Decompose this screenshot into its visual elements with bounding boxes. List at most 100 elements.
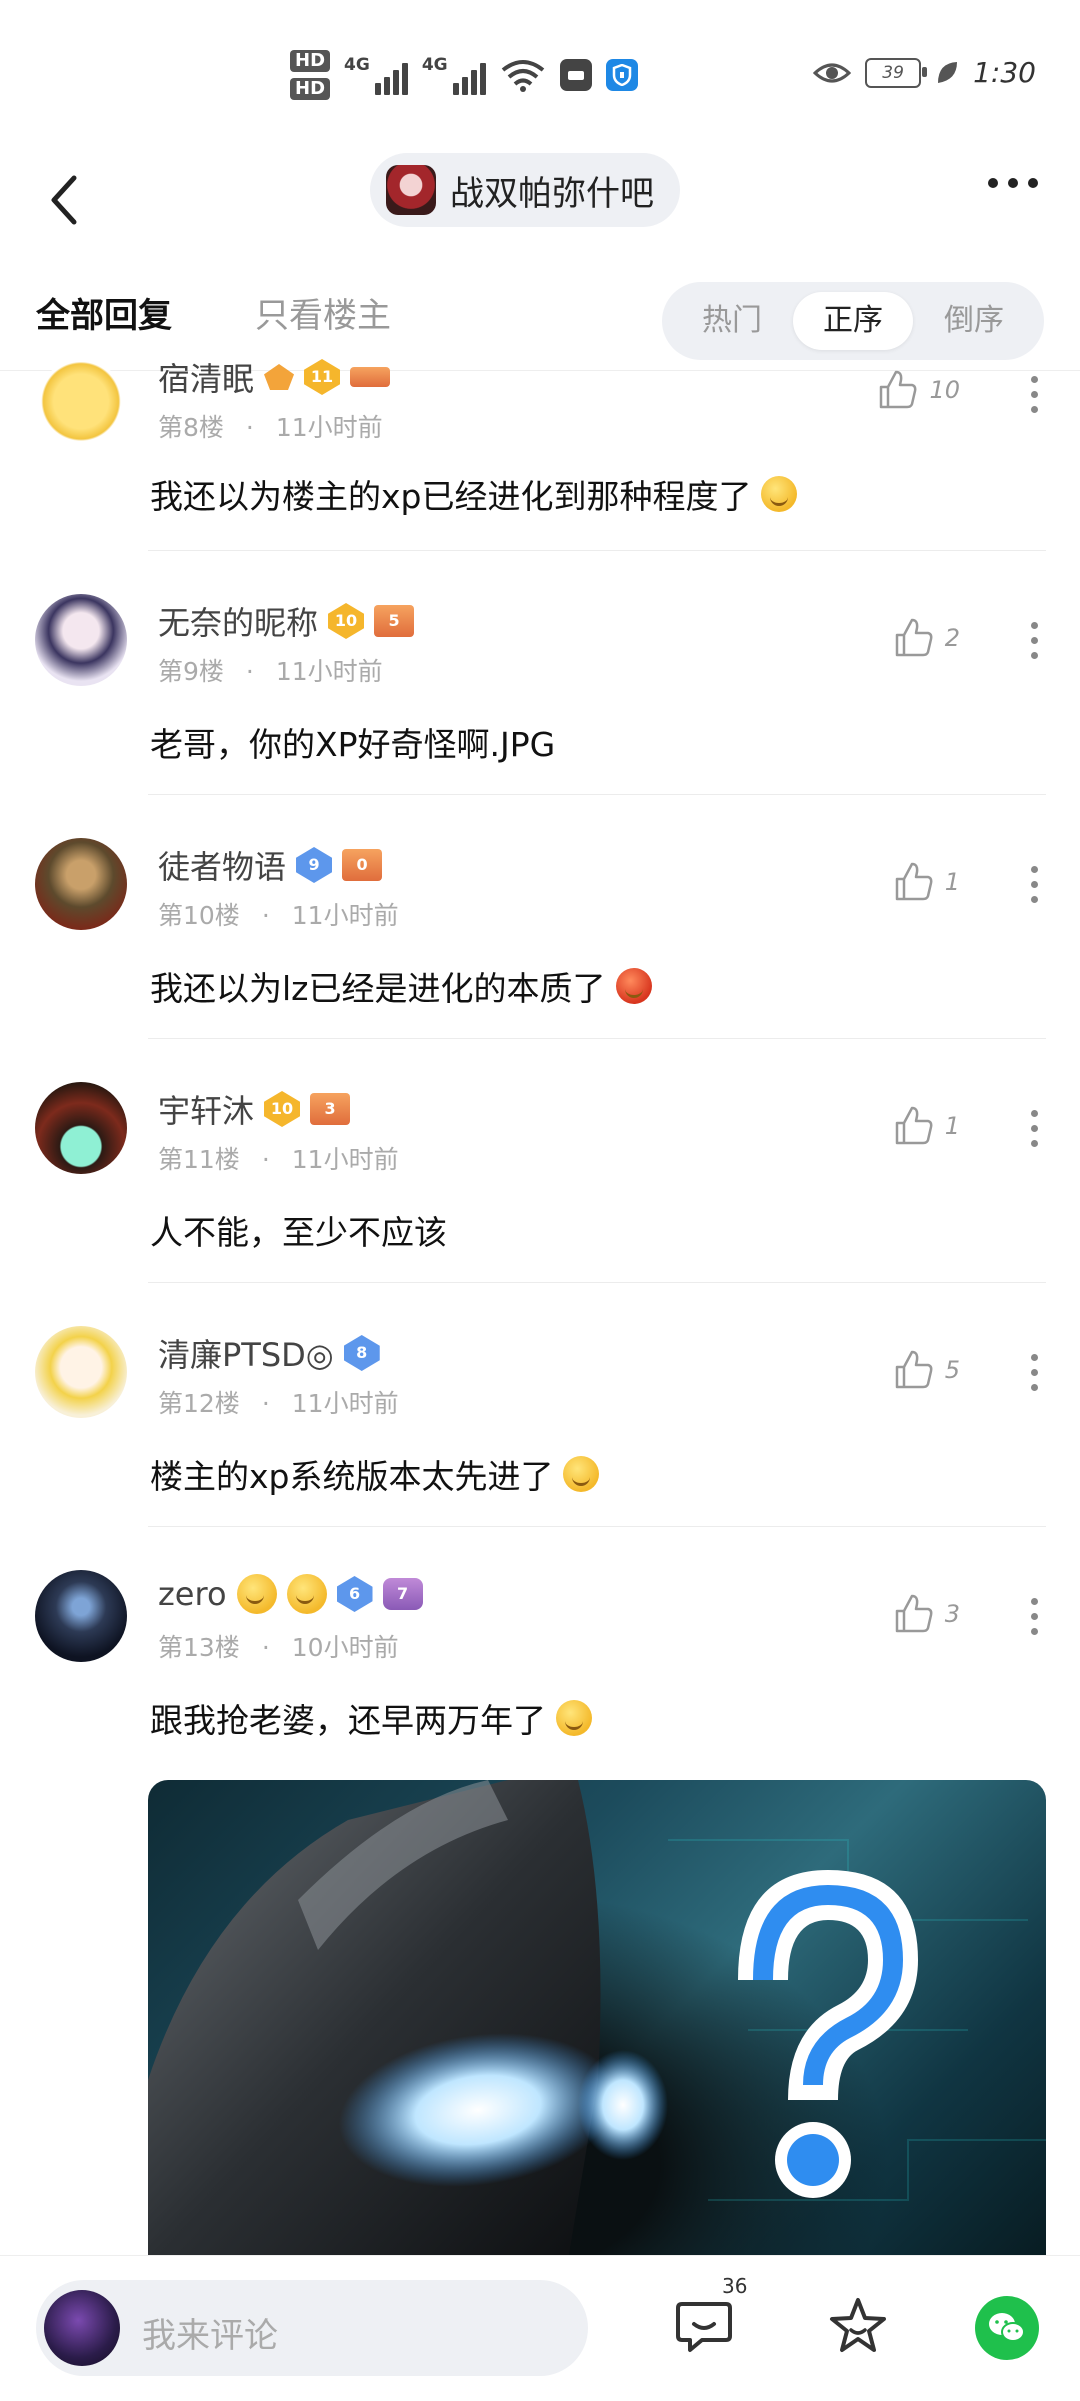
user-avatar[interactable] [35,1082,127,1174]
forum-name: 战双帕弥什吧 [450,173,654,214]
username[interactable]: 徒者物语 [158,842,286,888]
tab-all-replies[interactable]: 全部回复 [36,288,172,337]
tab-only-op[interactable]: 只看楼主 [255,288,391,337]
like-count: 3 [944,1600,960,1628]
sort-segmented-control: 热门 正序 倒序 [662,282,1044,360]
rank-badge [350,367,391,387]
shield-icon [605,59,638,91]
like-count: 2 [944,624,960,652]
thumbs-up-icon [895,618,933,657]
star-favorite-icon[interactable] [826,2294,890,2358]
post-meta: 第13楼 · 10小时前 [158,1633,399,1662]
divider [148,1282,1046,1283]
divider [148,794,1046,795]
username[interactable]: 宿清眠 [158,354,254,400]
post-time: 11小时前 [275,413,383,442]
floor-number: 第10楼 [158,901,240,930]
username[interactable]: zero [158,1575,227,1613]
post-meta: 第9楼 · 11小时前 [158,657,383,686]
user-avatar[interactable] [35,1326,127,1418]
more-options-icon[interactable] [988,178,1038,188]
username-row: 无奈的昵称 10 5 [158,598,415,644]
hd2-badge: HD [290,78,331,100]
comment-text: 跟我抢老婆，还早两万年了 [150,1694,592,1742]
like-button[interactable]: 1 [891,1104,960,1148]
username-row: 宇轩沐 10 3 [158,1086,351,1132]
rank-badge: 0 [342,849,383,881]
post-time: 11小时前 [291,1389,399,1418]
robot-question-image [148,1780,1046,2260]
divider [148,1038,1046,1039]
thumbs-up-icon [895,1594,933,1633]
comments-icon[interactable] [672,2294,736,2358]
smile-emoji-icon [563,1456,600,1492]
comment-more-icon[interactable] [1031,1598,1038,1635]
floor-number: 第13楼 [158,1633,240,1662]
floor-number: 第8楼 [158,413,224,442]
grin-emoji-icon [236,1574,277,1614]
back-arrow-icon[interactable] [44,170,94,230]
sort-hot[interactable]: 热门 [672,292,792,350]
level-badge: 6 [336,1576,373,1612]
comment-text: 我还以为楼主的xp已经进化到那种程度了 [150,470,798,518]
post-meta: 第12楼 · 11小时前 [158,1389,399,1418]
comment-more-icon[interactable] [1031,376,1038,413]
like-count: 1 [944,868,960,896]
username-row: 徒者物语 9 0 [158,842,383,888]
username[interactable]: 宇轩沐 [158,1086,254,1132]
comment-more-icon[interactable] [1031,1354,1038,1391]
comment-text: 我还以为lz已经是进化的本质了 [150,962,652,1010]
sort-ascending[interactable]: 正序 [793,292,913,350]
bottom-action-bar: 我来评论 36 [0,2255,1080,2401]
post-meta: 第11楼 · 11小时前 [158,1145,399,1174]
wechat-share-icon[interactable] [975,2296,1039,2360]
smile-emoji-icon [761,476,798,512]
like-button[interactable]: 3 [891,1592,960,1636]
user-avatar[interactable] [35,1570,127,1662]
post-meta: 第10楼 · 11小时前 [158,901,399,930]
comment-text: 老哥，你的XP好奇怪啊.JPG [150,725,556,764]
like-count: 1 [944,1112,960,1140]
thumbs-up-icon [895,862,933,901]
thumbs-up-icon [895,1350,933,1389]
huawei-app-icon [559,59,592,91]
comment-more-icon[interactable] [1031,622,1038,659]
like-button[interactable]: 5 [891,1348,960,1392]
comment-more-icon[interactable] [1031,866,1038,903]
comment-more-icon[interactable] [1031,1110,1038,1147]
forum-title-pill[interactable]: 战双帕弥什吧 [370,153,680,227]
like-count: 5 [944,1356,960,1384]
user-avatar[interactable] [35,360,127,452]
post-meta: 第8楼 · 11小时前 [158,413,383,442]
floor-number: 第9楼 [158,657,224,686]
rank-badge: 7 [382,1578,423,1610]
leaf-icon [938,61,958,83]
rank-badge: 3 [310,1093,351,1125]
signal-icon-1: 4G [344,55,408,95]
sort-descending[interactable]: 倒序 [914,292,1034,350]
post-time: 11小时前 [291,901,399,930]
comment-text: 楼主的xp系统版本太先进了 [150,1450,600,1498]
rank-badge: 5 [374,605,415,637]
comment-input[interactable]: 我来评论 [36,2280,588,2376]
comment-count: 36 [722,2274,748,2298]
like-button[interactable]: 10 [875,368,960,412]
user-avatar[interactable] [35,594,127,686]
post-time: 11小时前 [275,657,383,686]
level-badge: 11 [304,359,341,395]
floor-number: 第12楼 [158,1389,240,1418]
like-button[interactable]: 2 [891,616,960,660]
username[interactable]: 无奈的昵称 [158,598,318,644]
my-avatar [44,2290,120,2366]
signal-icon-2: 4G [422,55,486,95]
wifi-icon [501,60,544,92]
hd1-badge: HD [290,50,331,72]
like-button[interactable]: 1 [891,860,960,904]
user-avatar[interactable] [35,838,127,930]
username[interactable]: 清廉PTSD◎ [158,1330,334,1376]
floor-number: 第11楼 [158,1145,240,1174]
post-time: 10小时前 [291,1633,399,1662]
comment-attached-image[interactable] [148,1780,1046,2260]
divider [148,550,1046,551]
forum-avatar [386,165,436,215]
